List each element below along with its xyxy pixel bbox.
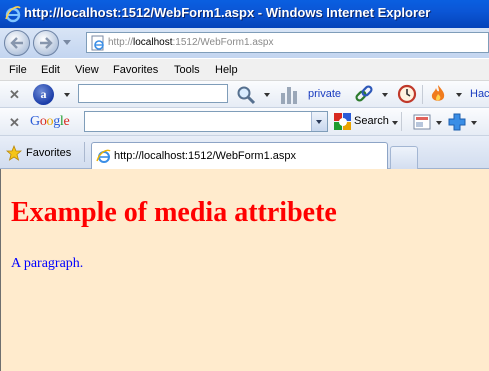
new-tab-button[interactable] (390, 146, 418, 169)
menu-file[interactable]: File (9, 64, 27, 76)
plus-dropdown[interactable] (471, 121, 477, 125)
recent-pages-dropdown[interactable] (63, 40, 71, 45)
address-url[interactable]: http://localhost:1512/WebForm1.aspx (108, 37, 273, 48)
menu-tools[interactable]: Tools (174, 64, 200, 76)
forward-arrow-icon (40, 37, 53, 49)
back-button[interactable] (4, 30, 30, 56)
toolbar-separator (401, 112, 402, 131)
menu-help[interactable]: Help (215, 64, 238, 76)
google-search-history-dropdown[interactable] (311, 112, 327, 131)
ask-search-input[interactable] (78, 84, 228, 103)
page-heading: Example of media attribete (11, 197, 337, 228)
google-logo[interactable]: Google (30, 114, 70, 130)
page-options-icon[interactable] (413, 113, 431, 131)
ie-page-icon (96, 149, 111, 163)
ask-dropdown[interactable] (64, 93, 70, 97)
menu-edit[interactable]: Edit (41, 64, 60, 76)
forward-button[interactable] (33, 30, 59, 56)
favorites-separator (84, 142, 85, 162)
search-options-dropdown[interactable] (264, 93, 270, 97)
tab-label: http://localhost:1512/WebForm1.aspx (114, 150, 297, 162)
tab-webform1[interactable]: http://localhost:1512/WebForm1.aspx (91, 142, 388, 169)
google-search-button[interactable]: Search (354, 115, 389, 127)
google-logo-letter: g (53, 114, 60, 129)
favorites-bar: Favorites http://localhost:1512/WebForm1… (0, 136, 489, 169)
ie-icon (5, 6, 21, 23)
hac-link[interactable]: Hac (470, 88, 489, 100)
menu-favorites[interactable]: Favorites (113, 64, 158, 76)
chain-link-icon[interactable] (354, 84, 374, 104)
title-bar[interactable]: http://localhost:1512/WebForm1.aspx - Wi… (0, 0, 489, 28)
menu-view[interactable]: View (75, 64, 99, 76)
page-options-dropdown[interactable] (436, 121, 442, 125)
close-google-toolbar-icon[interactable]: ✕ (9, 115, 20, 131)
clock-icon[interactable] (397, 84, 417, 104)
address-bar[interactable]: http://localhost:1512/WebForm1.aspx (86, 32, 489, 53)
page-icon (91, 35, 104, 51)
back-arrow-icon (10, 37, 23, 49)
page-paragraph: A paragraph. (11, 256, 84, 271)
url-suffix: :1512/WebForm1.aspx (172, 37, 274, 48)
google-logo-letter: e (63, 114, 70, 129)
ask-logo-icon[interactable]: a (33, 84, 54, 105)
url-host: localhost (133, 37, 173, 48)
window-title: http://localhost:1512/WebForm1.aspx - Wi… (24, 5, 431, 20)
bar-chart-icon[interactable] (279, 85, 299, 104)
plus-icon[interactable] (447, 112, 467, 132)
menu-bar: File Edit View Favorites Tools Help (0, 59, 489, 81)
ask-toolbar: ✕ a private Hac (0, 81, 489, 108)
google-toolbar: ✕ Google Search (0, 108, 489, 136)
private-link[interactable]: private (308, 88, 341, 100)
navigation-bar: http://localhost:1512/WebForm1.aspx (0, 28, 489, 58)
google-logo-letter: G (30, 114, 40, 129)
star-icon[interactable] (6, 145, 22, 161)
flame-dropdown[interactable] (456, 93, 462, 97)
toolbar-separator (422, 85, 423, 104)
url-prefix: http:// (108, 37, 134, 48)
magnifier-icon[interactable] (236, 85, 256, 105)
google-search-input[interactable] (84, 111, 328, 132)
page-content: Example of media attribete A paragraph. (0, 169, 489, 371)
favorites-button[interactable]: Favorites (26, 147, 71, 159)
google-logo-letter: o (39, 114, 47, 129)
flame-icon[interactable] (429, 84, 447, 104)
google-search-dropdown[interactable] (392, 121, 398, 125)
close-toolbar-icon[interactable]: ✕ (9, 87, 20, 103)
google-search-icon[interactable] (334, 113, 352, 131)
link-dropdown[interactable] (382, 93, 388, 97)
